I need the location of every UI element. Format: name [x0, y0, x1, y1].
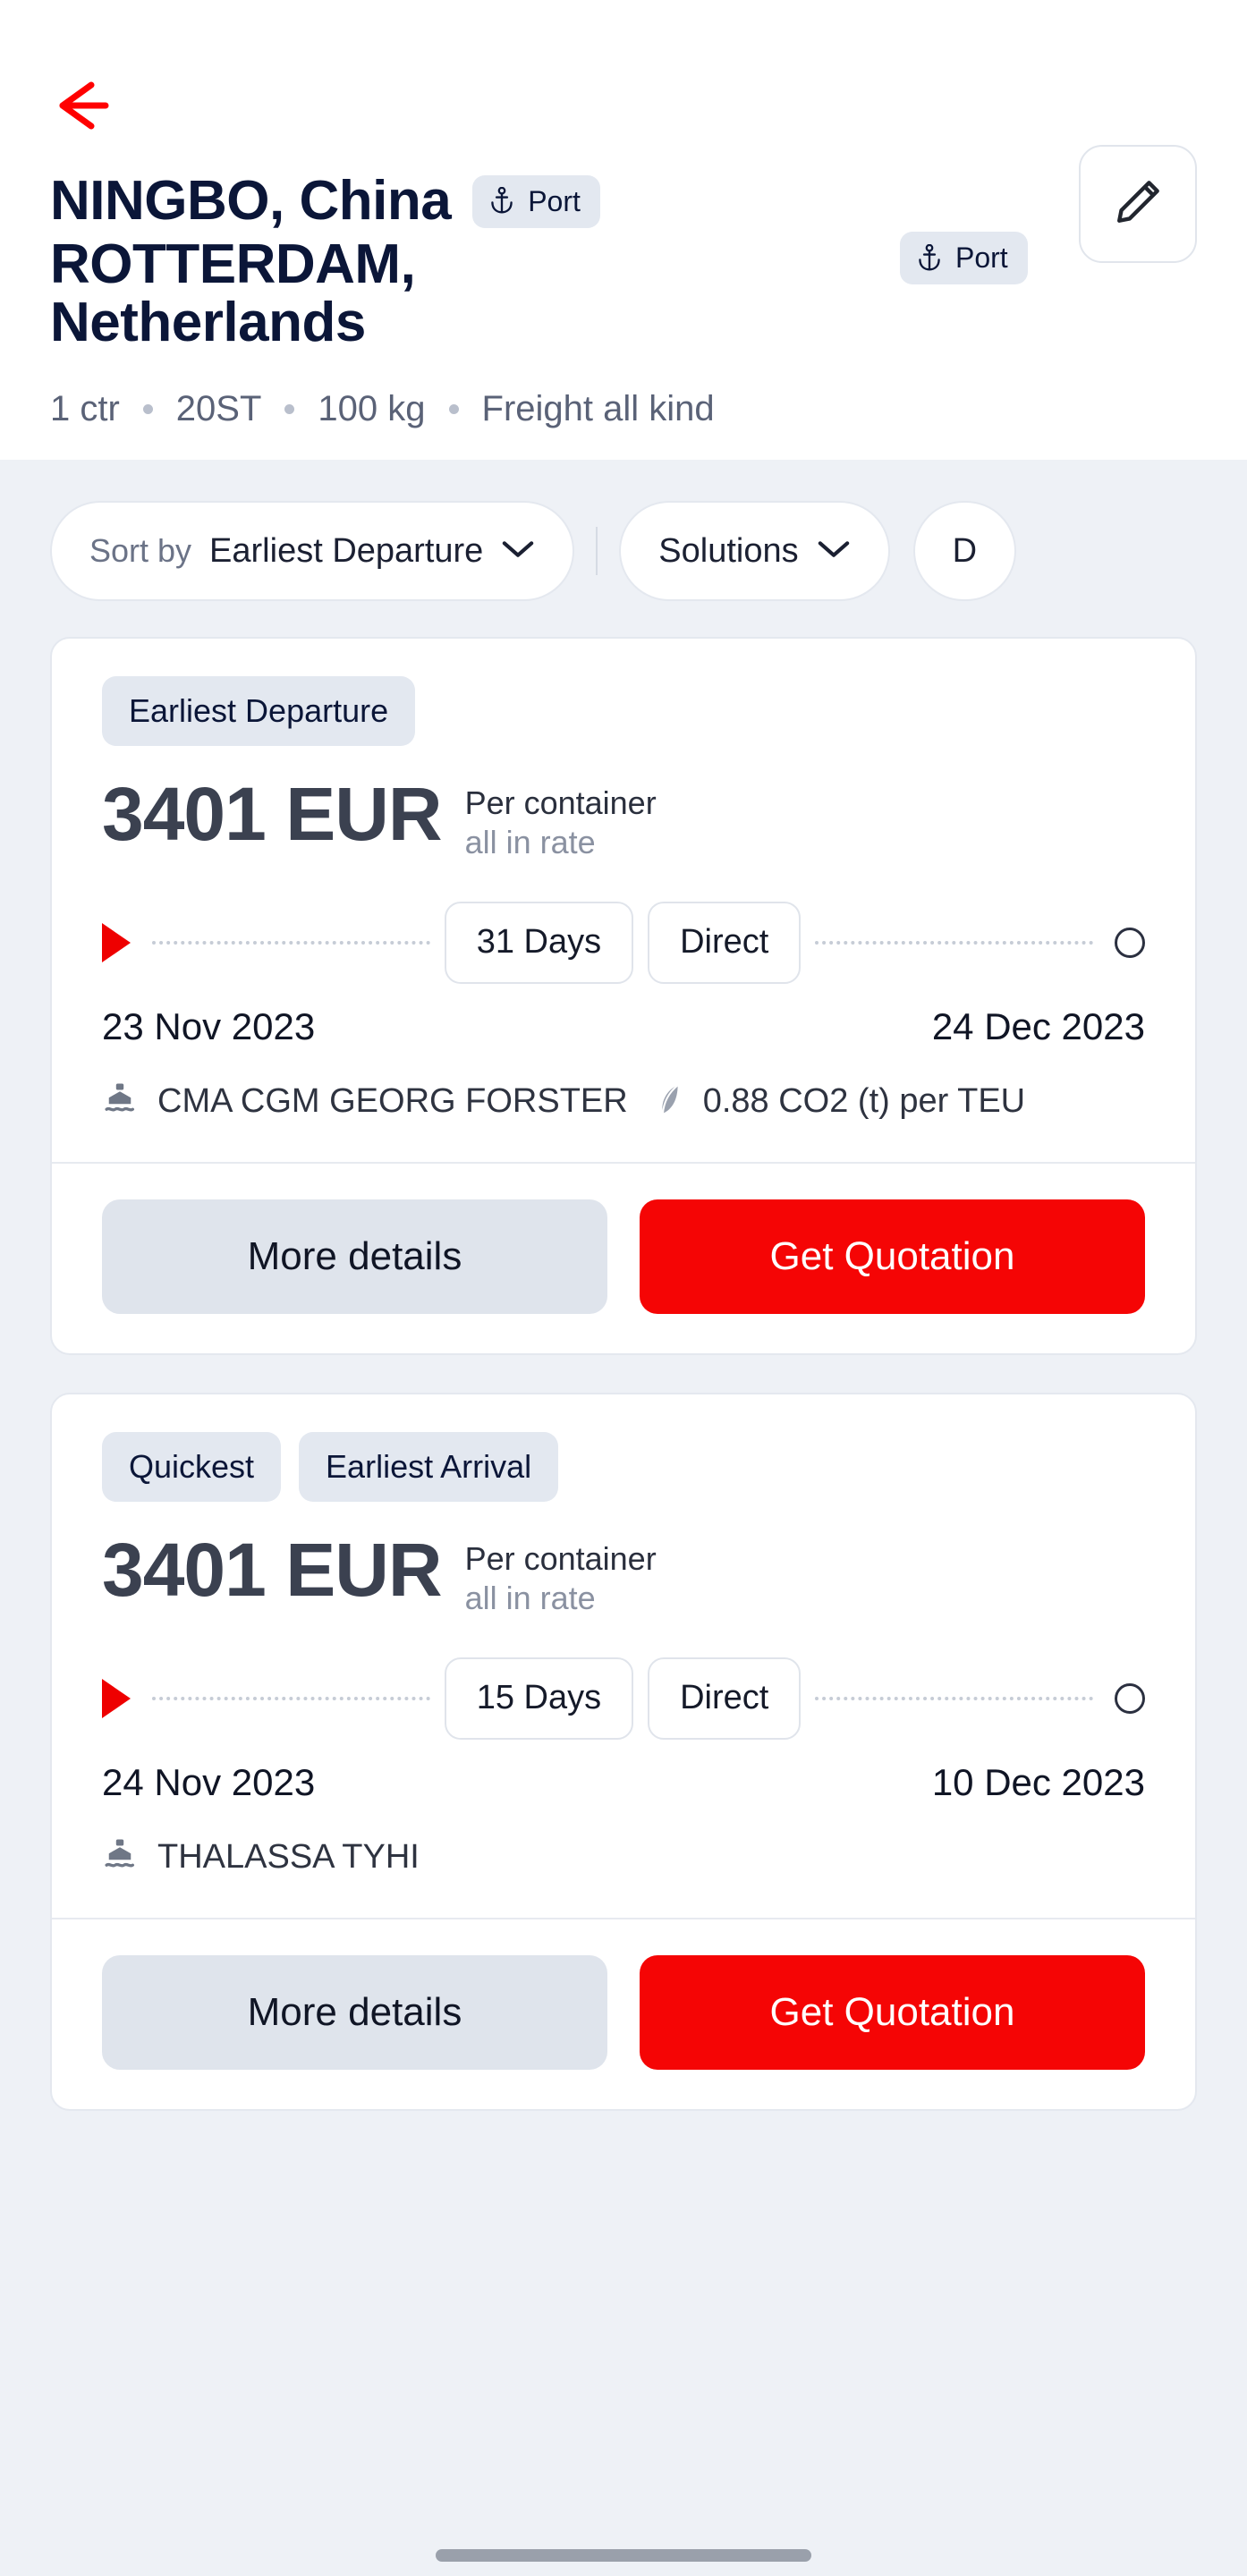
sort-by-dropdown[interactable]: Sort by Earliest Departure [50, 501, 575, 602]
price-annotation: Per container all in rate [465, 1532, 657, 1618]
anchor-icon [488, 187, 515, 216]
third-filter-label: D [952, 531, 978, 570]
arrow-left-icon [50, 78, 120, 133]
price-unit: Per container [464, 784, 657, 822]
route-dates: 24 Nov 2023 10 Dec 2023 [102, 1761, 1145, 1804]
filter-bar: Sort by Earliest Departure Solutions D [0, 460, 1247, 637]
arrival-date: 24 Dec 2023 [931, 1004, 1145, 1047]
price-amount: 3401 EUR [102, 1527, 443, 1612]
vessel-name: THALASSA TYHI [157, 1837, 420, 1876]
price-note: all in rate [464, 823, 596, 860]
solutions-label: Solutions [658, 531, 799, 570]
timeline-dash-right [815, 1696, 1094, 1700]
price-annotation: Per container all in rate [465, 776, 657, 862]
result-tag: Earliest Arrival [299, 1431, 559, 1502]
filter-divider [596, 527, 598, 576]
vessel-name: CMA CGM GEORG FORSTER [157, 1081, 628, 1120]
result-tag: Quickest [102, 1431, 282, 1502]
meta-separator-dot [448, 404, 459, 415]
route-timeline: 31 Days Direct [102, 901, 1146, 984]
get-quotation-button[interactable]: Get Quotation [640, 1954, 1145, 2070]
arrival-marker-icon [1115, 1682, 1146, 1714]
meta-container-type: 20ST [175, 389, 262, 429]
sort-by-value: Earliest Departure [209, 531, 484, 570]
chevron-down-icon [501, 538, 535, 564]
origin-port-label: Port [528, 184, 581, 217]
sort-by-prefix: Sort by [89, 532, 192, 570]
destination-port-badge: Port [900, 232, 1028, 285]
departure-marker-icon [102, 1678, 131, 1718]
result-tag: Earliest Departure [102, 676, 416, 747]
departure-date: 24 Nov 2023 [102, 1760, 316, 1803]
page-header: NINGBO, China Port ROTTERDAM, Port Nethe… [0, 0, 1247, 461]
more-details-button[interactable]: More details [102, 1954, 607, 2070]
route-title-block: NINGBO, China Port ROTTERDAM, Port Nethe… [50, 145, 1197, 355]
leaf-icon [651, 1080, 687, 1123]
result-tags: Quickest Earliest Arrival [102, 1431, 1145, 1502]
origin-line: NINGBO, China Port [50, 170, 1045, 233]
ship-icon [102, 1080, 138, 1123]
destination-name-line2: Netherlands [50, 292, 366, 354]
origin-name: NINGBO, China [50, 170, 452, 232]
destination-badge-row: Port [900, 232, 1045, 285]
timeline-dash-right [815, 940, 1094, 945]
arrival-marker-icon [1115, 927, 1146, 958]
get-quotation-button[interactable]: Get Quotation [640, 1199, 1145, 1314]
ship-icon [102, 1836, 138, 1878]
departure-date: 23 Nov 2023 [102, 1004, 316, 1047]
meta-separator-dot [142, 404, 153, 415]
result-card-actions: More details Get Quotation [52, 1161, 1195, 1353]
shipment-meta: 1 ctr 20ST 100 kg Freight all kind [50, 389, 1197, 429]
results-list: Earliest Departure 3401 EUR Per containe… [0, 637, 1247, 2576]
origin-port-badge: Port [472, 174, 600, 228]
arrival-date: 10 Dec 2023 [931, 1760, 1145, 1803]
meta-containers: 1 ctr [50, 389, 120, 429]
vessel-info: CMA CGM GEORG FORSTER 0.88 CO2 (t) per T… [102, 1080, 1145, 1123]
result-card-body: Quickest Earliest Arrival 3401 EUR Per c… [52, 1394, 1195, 1918]
meta-commodity: Freight all kind [481, 389, 715, 429]
departure-marker-icon [102, 922, 131, 962]
meta-weight: 100 kg [318, 389, 426, 429]
destination-port-label: Port [955, 242, 1008, 275]
timeline-dash-left [152, 940, 430, 945]
price-note: all in rate [464, 1579, 596, 1616]
routing-type-chip: Direct [648, 1657, 802, 1740]
result-card-body: Earliest Departure 3401 EUR Per containe… [52, 639, 1195, 1162]
route-timeline: 15 Days Direct [102, 1657, 1146, 1740]
transit-time-chip: 31 Days [444, 901, 634, 984]
timeline-dash-left [152, 1696, 430, 1700]
home-indicator [436, 2549, 811, 2562]
third-filter-dropdown[interactable]: D [912, 501, 1017, 602]
back-button[interactable] [50, 72, 127, 140]
meta-separator-dot [284, 404, 295, 415]
result-tags: Earliest Departure [102, 676, 1145, 747]
destination-name-line1: ROTTERDAM, [50, 233, 416, 295]
result-card[interactable]: Quickest Earliest Arrival 3401 EUR Per c… [50, 1392, 1197, 2111]
price-block: 3401 EUR Per container all in rate [102, 1532, 1145, 1618]
transit-time-chip: 15 Days [444, 1657, 634, 1740]
anchor-icon [916, 243, 943, 273]
solutions-dropdown[interactable]: Solutions [619, 501, 890, 602]
price-amount: 3401 EUR [102, 772, 443, 857]
co2-value: 0.88 CO2 (t) per TEU [702, 1081, 1026, 1120]
app-screen: NINGBO, China Port ROTTERDAM, Port Nethe… [0, 0, 1247, 2576]
more-details-button[interactable]: More details [102, 1199, 607, 1314]
result-card[interactable]: Earliest Departure 3401 EUR Per containe… [50, 637, 1197, 1355]
price-unit: Per container [464, 1539, 657, 1577]
route-dates: 23 Nov 2023 24 Dec 2023 [102, 1005, 1145, 1048]
vessel-info: THALASSA TYHI [102, 1836, 1145, 1878]
result-card-actions: More details Get Quotation [52, 1917, 1195, 2109]
pencil-icon [1111, 175, 1165, 233]
price-block: 3401 EUR Per container all in rate [102, 776, 1145, 862]
chevron-down-icon [817, 538, 851, 564]
edit-search-button[interactable] [1079, 145, 1197, 263]
routing-type-chip: Direct [648, 901, 802, 984]
